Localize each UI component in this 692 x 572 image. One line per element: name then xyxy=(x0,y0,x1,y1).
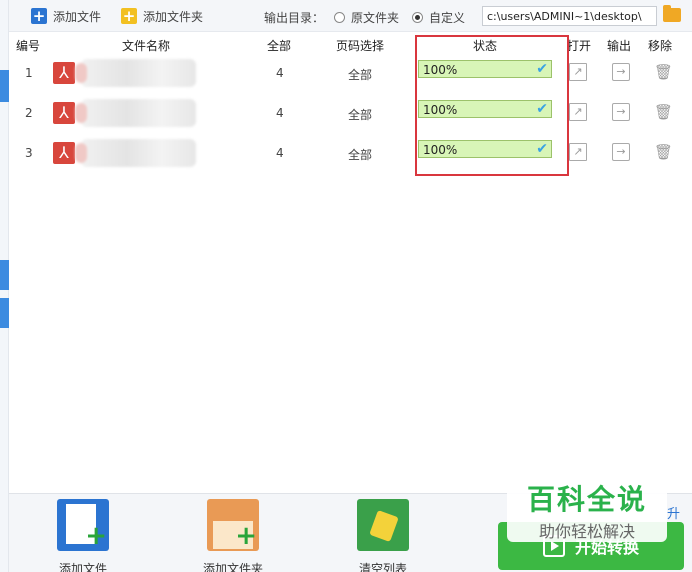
trash-icon[interactable]: 🗑 xyxy=(654,63,673,81)
table-row[interactable]: 3 ⅄ 4 全部 100% ✔ ↗ → 🗑 xyxy=(9,134,692,174)
status-progress-bar: 100% ✔ xyxy=(418,140,552,158)
clear-list-label: 清空列表 xyxy=(358,562,407,572)
col-open: 打开 xyxy=(567,39,592,53)
status-progress-bar: 100% ✔ xyxy=(418,60,552,78)
row-page-select[interactable]: 全部 xyxy=(348,106,372,123)
output-path-input[interactable] xyxy=(482,6,657,26)
row-index: 3 xyxy=(25,146,33,160)
col-total: 全部 xyxy=(267,39,292,53)
bottom-add-folder-label: 添加文件夹 xyxy=(202,562,263,572)
check-icon: ✔ xyxy=(536,61,548,77)
row-total: 4 xyxy=(276,66,284,80)
radio-custom-dot[interactable] xyxy=(412,12,423,23)
export-icon[interactable]: → xyxy=(612,143,630,161)
trash-icon[interactable]: 🗑 xyxy=(654,103,673,121)
col-status: 状态 xyxy=(473,39,498,53)
table-header: 编号 文件名称 全部 页码选择 状态 打开 输出 移除 xyxy=(9,34,692,54)
clear-list-icon xyxy=(357,499,409,551)
file-name-blurred xyxy=(75,59,196,87)
watermark-side-text: 升 xyxy=(667,507,681,522)
sidebar-marker xyxy=(0,260,9,290)
file-name-blurred xyxy=(75,139,196,167)
folder-icon[interactable] xyxy=(663,5,681,22)
check-icon: ✔ xyxy=(536,101,548,117)
row-index: 2 xyxy=(25,106,33,120)
top-toolbar: + 添加文件 + 添加文件夹 输出目录： 原文件夹 自定义 xyxy=(9,0,692,32)
row-page-select[interactable]: 全部 xyxy=(348,146,372,163)
progress-percent: 100% xyxy=(423,63,458,77)
open-icon[interactable]: ↗ xyxy=(569,143,587,161)
toolbar-add-file-button[interactable]: + 添加文件 xyxy=(31,7,101,25)
open-icon[interactable]: ↗ xyxy=(569,63,587,81)
clear-list-button[interactable]: 清空列表 xyxy=(343,499,423,572)
table-row[interactable]: 2 ⅄ 4 全部 100% ✔ ↗ → 🗑 xyxy=(9,94,692,134)
pdf-icon: ⅄ xyxy=(53,62,75,84)
add-file-icon xyxy=(57,499,109,551)
trash-icon[interactable]: 🗑 xyxy=(654,143,673,161)
row-total: 4 xyxy=(276,106,284,120)
watermark-line2: 助你轻松解决 xyxy=(538,522,635,541)
status-progress-bar: 100% ✔ xyxy=(418,100,552,118)
file-name-blurred xyxy=(75,99,196,127)
add-folder-icon xyxy=(207,499,259,551)
sidebar-marker xyxy=(0,298,9,328)
row-page-select[interactable]: 全部 xyxy=(348,66,372,83)
radio-original-dot[interactable] xyxy=(334,12,345,23)
add-file-icon: + xyxy=(31,7,47,25)
col-page-select: 页码选择 xyxy=(336,39,385,53)
col-index: 编号 xyxy=(16,39,41,53)
check-icon: ✔ xyxy=(536,141,548,157)
radio-original-label: 原文件夹 xyxy=(351,11,400,25)
col-name: 文件名称 xyxy=(122,39,171,53)
export-icon[interactable]: → xyxy=(612,103,630,121)
table-row[interactable]: 1 ⅄ 4 全部 100% ✔ ↗ → 🗑 xyxy=(9,54,692,94)
watermark: 百科全说 助你轻松解决 xyxy=(507,476,667,542)
pdf-icon: ⅄ xyxy=(53,102,75,124)
toolbar-add-folder-label: 添加文件夹 xyxy=(143,9,204,24)
col-remove: 移除 xyxy=(648,39,673,53)
bottom-add-file-button[interactable]: 添加文件 xyxy=(43,499,123,572)
radio-original-folder[interactable]: 原文件夹 xyxy=(334,9,399,26)
row-index: 1 xyxy=(25,66,33,80)
progress-percent: 100% xyxy=(423,103,458,117)
bottom-add-folder-button[interactable]: 添加文件夹 xyxy=(193,499,273,572)
pdf-icon: ⅄ xyxy=(53,142,75,164)
bottom-add-file-label: 添加文件 xyxy=(58,562,107,572)
row-total: 4 xyxy=(276,146,284,160)
add-folder-icon: + xyxy=(121,7,137,25)
export-icon[interactable]: → xyxy=(612,63,630,81)
app-window: + 添加文件 + 添加文件夹 输出目录： 原文件夹 自定义 编号 文件名称 全部… xyxy=(0,0,692,572)
open-icon[interactable]: ↗ xyxy=(569,103,587,121)
toolbar-add-folder-button[interactable]: + 添加文件夹 xyxy=(121,7,203,25)
output-dir-label: 输出目录： xyxy=(264,11,325,25)
radio-custom-label: 自定义 xyxy=(429,11,466,25)
left-sidebar-strip xyxy=(0,0,9,572)
sidebar-marker xyxy=(0,70,9,102)
watermark-line1: 百科全说 xyxy=(526,483,647,516)
col-output: 输出 xyxy=(607,39,632,53)
toolbar-add-file-label: 添加文件 xyxy=(53,9,102,24)
radio-custom-folder[interactable]: 自定义 xyxy=(412,9,465,26)
progress-percent: 100% xyxy=(423,143,458,157)
